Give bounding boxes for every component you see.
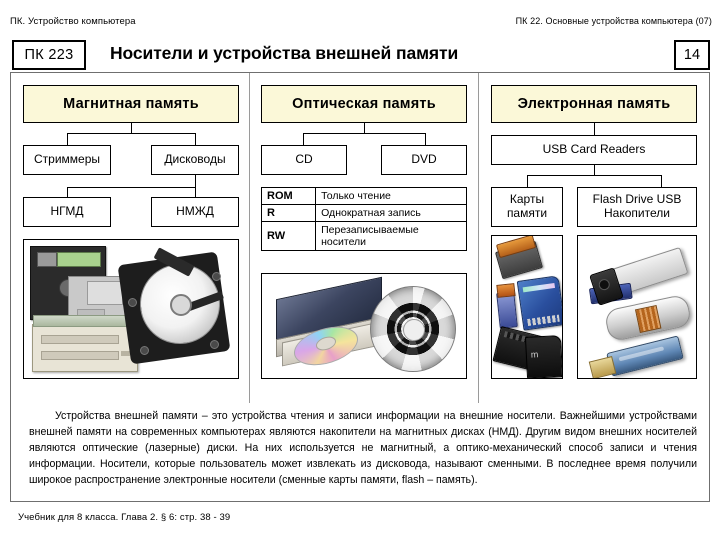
box-ngmd[interactable]: НГМД <box>23 197 111 227</box>
table-row: R Однократная запись <box>260 204 467 222</box>
hdd-screw-2 <box>212 272 221 281</box>
usb-silver-band <box>634 304 662 334</box>
connector-drives-stem <box>195 175 196 187</box>
memory-cards-line-1: Карты <box>509 192 545 207</box>
page-title: Носители и устройства внешней памяти <box>110 42 459 63</box>
connector-electronic-stem <box>594 123 595 135</box>
header-strip: ПК. Устройство компьютера ПК 22. Основны… <box>0 16 720 34</box>
heading-magnetic-memory: Магнитная память <box>23 85 239 123</box>
footer-reference: Учебник для 8 класса. Глава 2. § 6: стр.… <box>18 512 231 523</box>
content-frame: Магнитная память Стриммеры Дисководы НГМ… <box>10 72 710 502</box>
heading-optical-memory: Оптическая память <box>261 85 467 123</box>
flash-line-2: Накопители <box>604 206 670 220</box>
compact-disc-icon <box>370 286 456 372</box>
box-drives[interactable]: Дисководы <box>151 145 239 175</box>
body-paragraph: Устройства внешней памяти – это устройст… <box>29 410 697 486</box>
box-memory-cards[interactable]: Карты памяти <box>491 187 563 227</box>
heading-electronic-memory: Электронная память <box>491 85 697 123</box>
hdd-screw-3 <box>140 346 149 355</box>
connector-to-dvd <box>425 133 426 145</box>
box-streamers[interactable]: Стриммеры <box>23 145 111 175</box>
connector-to-drives <box>195 133 196 145</box>
connector-to-streamers <box>67 133 68 145</box>
hdd-screw-1 <box>128 298 137 307</box>
sd-card-icon <box>516 275 562 331</box>
table-row: ROM Только чтение <box>260 187 467 205</box>
floppy-shutter <box>37 252 57 267</box>
usb-connector <box>588 355 617 378</box>
microsd-card-icon: m <box>524 335 562 378</box>
optical-value-r: Однократная запись <box>315 204 467 222</box>
floppy-drive-bay-2 <box>41 351 119 360</box>
picture-magnetic-devices <box>23 239 239 379</box>
floppy-drive-icon <box>32 315 145 372</box>
picture-memory-cards: m <box>491 235 563 379</box>
box-flash-drives[interactable]: Flash Drive USB Накопители <box>577 187 697 227</box>
optical-format-table: ROM Только чтение R Однократная запись R… <box>260 187 467 251</box>
connector-to-flash-drives <box>661 175 662 187</box>
page-number-badge: 14 <box>674 40 710 70</box>
compactflash-card-icon <box>494 236 544 280</box>
sd-card-stripe <box>522 282 556 293</box>
column-separator-1 <box>249 73 250 403</box>
memorystick-card-icon <box>496 283 518 329</box>
optical-value-rom: Только чтение <box>315 187 467 205</box>
table-row: RW Перезаписываемые носители <box>260 221 467 251</box>
picture-optical-devices <box>261 273 467 379</box>
memory-cards-line-2: памяти <box>506 206 548 220</box>
microsd-label-text: m <box>530 349 539 360</box>
flash-line-1: Flash Drive USB <box>592 192 682 207</box>
sd-card-pins <box>527 314 560 327</box>
connector-to-memory-cards <box>527 175 528 187</box>
floppy-label <box>57 252 101 267</box>
connector-optical-bus <box>303 133 425 134</box>
connector-readers-stem <box>594 165 595 175</box>
hdd-screw-4 <box>210 340 219 349</box>
connector-drives-bus <box>67 187 195 188</box>
slide-root: ПК. Устройство компьютера ПК 22. Основны… <box>0 0 720 540</box>
connector-readers-bus <box>527 175 661 176</box>
usb-flash-drive-silver-icon <box>603 293 693 343</box>
hdd-spindle <box>170 294 192 316</box>
header-left-label: ПК. Устройство компьютера <box>10 16 136 27</box>
optical-key-r: R <box>260 204 317 222</box>
connector-magnetic-stem <box>131 123 132 133</box>
box-cd[interactable]: CD <box>261 145 347 175</box>
box-dvd[interactable]: DVD <box>381 145 467 175</box>
cf-card-top-label <box>495 236 537 259</box>
floppy-drive-bay-1 <box>41 335 119 344</box>
connector-magnetic-bus <box>67 133 195 134</box>
connector-to-ngmd <box>67 187 68 197</box>
floppy-grey-shutter <box>87 281 123 305</box>
optical-key-rw: RW <box>260 221 317 251</box>
header-right-label: ПК 22. Основные устройства компьютера (0… <box>515 16 712 26</box>
optical-key-rom: ROM <box>260 187 317 205</box>
connector-optical-stem <box>364 123 365 133</box>
ms-card-top-label <box>496 283 516 298</box>
slide-code-badge: ПК 223 <box>12 40 86 70</box>
usb-flash-drive-blue-icon <box>588 335 684 378</box>
connector-to-cd <box>303 133 304 145</box>
hard-disk-drive-icon <box>117 247 232 365</box>
box-nmzhd[interactable]: НМЖД <box>151 197 239 227</box>
box-usb-card-readers[interactable]: USB Card Readers <box>491 135 697 165</box>
usb-blue-highlight <box>618 346 665 362</box>
usb-flash-drive-black-icon <box>588 246 689 306</box>
title-row: ПК 223 Носители и устройства внешней пам… <box>10 40 710 70</box>
optical-value-rw: Перезаписываемые носители <box>315 221 467 251</box>
column-separator-2 <box>478 73 479 403</box>
connector-to-nmzhd <box>195 187 196 197</box>
picture-flash-drives <box>577 235 697 379</box>
